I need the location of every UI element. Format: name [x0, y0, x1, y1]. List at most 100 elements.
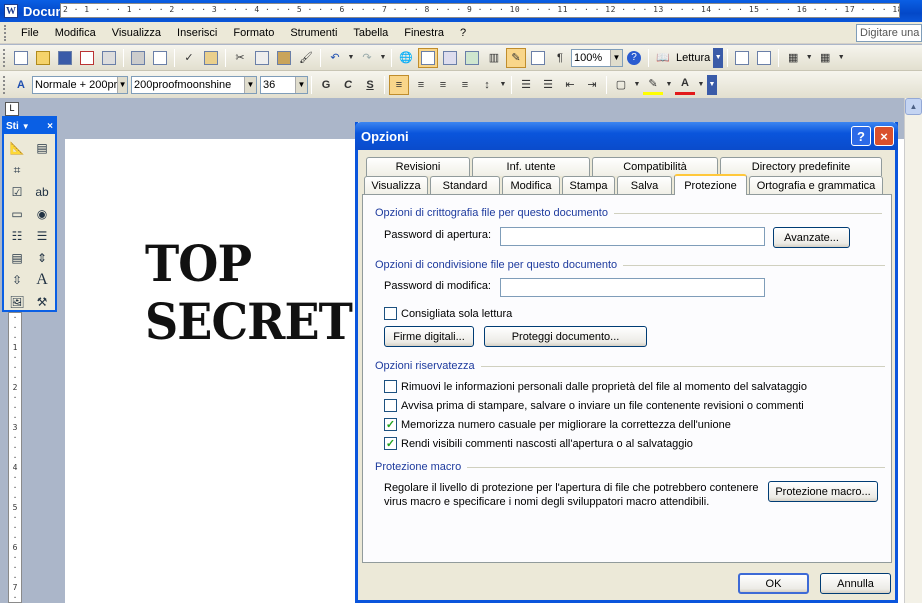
bold-button[interactable]: G	[316, 75, 336, 95]
image-control-icon[interactable]: 🖼	[7, 292, 27, 312]
document-map-icon[interactable]	[528, 48, 548, 68]
tab-revisioni[interactable]: Revisioni	[366, 157, 470, 176]
menu-tabella[interactable]: Tabella	[345, 27, 396, 39]
styles-pane-icon[interactable]: A	[11, 75, 31, 95]
tab-salva[interactable]: Salva	[617, 176, 672, 195]
scrollbar-control-icon[interactable]: ⇳	[7, 270, 27, 290]
toolbar-grip[interactable]	[3, 48, 6, 67]
cancel-button[interactable]: Annulla	[820, 573, 891, 594]
show-hide-icon[interactable]: ¶	[550, 48, 570, 68]
textbox-control-icon[interactable]: ab	[32, 182, 52, 202]
bullets-icon[interactable]: ☰	[538, 75, 558, 95]
spin-button-icon[interactable]: ⇕	[32, 248, 52, 268]
protect-document-button[interactable]: Proteggi documento...	[484, 326, 647, 347]
insert-excel-icon[interactable]	[462, 48, 482, 68]
menu-strumenti[interactable]: Strumenti	[282, 27, 345, 39]
tab-ortografia-grammatica[interactable]: Ortografia e grammatica	[749, 176, 883, 195]
view-code-icon[interactable]: ⌗	[7, 160, 27, 180]
read-button[interactable]: Lettura	[674, 52, 712, 64]
toolbar-options-icon[interactable]: ▼	[707, 74, 717, 95]
privacy-option-remove-info[interactable]: Rimuovi le informazioni personali dalle …	[384, 380, 807, 393]
track-changes-icon[interactable]	[732, 48, 752, 68]
line-spacing-dropdown-icon[interactable]: ▼	[499, 75, 507, 95]
document-line[interactable]: SECRET!!	[145, 293, 391, 351]
copy-icon[interactable]	[252, 48, 272, 68]
table-dropdown-icon[interactable]: ▼	[837, 48, 845, 68]
cut-icon[interactable]: ✂	[230, 48, 250, 68]
new-document-icon[interactable]	[11, 48, 31, 68]
vertical-scrollbar[interactable]: ▲	[904, 98, 922, 603]
highlight-icon[interactable]: ✎	[643, 75, 663, 95]
horizontal-ruler[interactable]: 2 · 1 · · · 1 · · · 2 · · · 3 · · · 4 · …	[60, 3, 900, 18]
macro-security-button[interactable]: Protezione macro...	[768, 481, 878, 502]
insert-table-icon[interactable]	[440, 48, 460, 68]
toolbar-grip[interactable]	[3, 75, 6, 94]
chevron-down-icon[interactable]: ▼	[22, 122, 30, 131]
align-center-icon[interactable]: ≡	[411, 75, 431, 95]
checkbox-control-icon[interactable]: ☑	[7, 182, 27, 202]
design-mode-icon[interactable]: 📐	[7, 138, 27, 158]
print-preview-icon[interactable]	[150, 48, 170, 68]
border-dropdown-icon[interactable]: ▼	[633, 75, 641, 95]
email-icon[interactable]	[99, 48, 119, 68]
borders-icon[interactable]: ▦	[783, 48, 803, 68]
menu-modifica[interactable]: Modifica	[47, 27, 104, 39]
option-button-icon[interactable]: ◉	[32, 204, 52, 224]
hyperlink-icon[interactable]: 🌐	[396, 48, 416, 68]
help-icon[interactable]: ?	[624, 48, 644, 68]
close-icon[interactable]: ×	[47, 121, 53, 132]
scroll-up-icon[interactable]: ▲	[905, 98, 922, 115]
privacy-option-hidden-markup[interactable]: ✓ Rendi visibili commenti nascosti all'a…	[384, 437, 693, 450]
toggle-button-icon[interactable]: ▤	[7, 248, 27, 268]
align-right-icon[interactable]: ≡	[433, 75, 453, 95]
help-button[interactable]: ?	[851, 126, 871, 146]
menu-inserisci[interactable]: Inserisci	[169, 27, 225, 39]
ask-question-box[interactable]: Digitare una d	[856, 24, 922, 42]
style-select[interactable]: Normale + 200pr ▼	[32, 75, 128, 94]
label-control-icon[interactable]: A	[32, 270, 52, 290]
password-open-input[interactable]	[500, 227, 765, 246]
dialog-title-bar[interactable]: Opzioni ? ×	[355, 122, 898, 150]
toolbar-options-icon[interactable]: ▼	[713, 47, 724, 68]
line-spacing-icon[interactable]: ↕	[477, 75, 497, 95]
vertical-ruler[interactable]: · · · 1 · · · 2 · · · 3 · · · 4 · · · 5 …	[8, 312, 22, 603]
drawing-icon[interactable]: ✎	[506, 47, 526, 68]
tab-protezione[interactable]: Protezione	[674, 174, 747, 195]
align-left-icon[interactable]: ≡	[389, 74, 409, 95]
properties-icon[interactable]: ▤	[32, 138, 52, 158]
ok-button[interactable]: OK	[738, 573, 809, 594]
reviewing-icon[interactable]	[754, 48, 774, 68]
zoom-select[interactable]: 100% ▼	[571, 48, 623, 67]
close-button[interactable]: ×	[874, 126, 894, 146]
spelling-icon[interactable]: ✓	[179, 48, 199, 68]
italic-button[interactable]: C	[338, 75, 358, 95]
tab-inf-utente[interactable]: Inf. utente	[472, 157, 590, 176]
font-color-dropdown-icon[interactable]: ▼	[697, 75, 705, 95]
tab-visualizza[interactable]: Visualizza	[364, 176, 428, 195]
privacy-option-random-number[interactable]: ✓ Memorizza numero casuale per migliorar…	[384, 418, 731, 431]
font-size-select[interactable]: 36 ▼	[260, 75, 308, 94]
redo-icon[interactable]: ↷	[357, 48, 377, 68]
justify-icon[interactable]: ≡	[455, 75, 475, 95]
open-folder-icon[interactable]	[33, 48, 53, 68]
more-controls-icon[interactable]: ⚒	[32, 292, 52, 312]
highlight-dropdown-icon[interactable]: ▼	[665, 75, 673, 95]
undo-icon[interactable]: ↶	[325, 48, 345, 68]
tables-borders-icon[interactable]	[418, 47, 438, 68]
advanced-button[interactable]: Avanzate...	[773, 227, 850, 248]
checkbox-box[interactable]	[384, 307, 397, 320]
borders-dropdown-icon[interactable]: ▼	[805, 48, 813, 68]
checkbox-box[interactable]: ✓	[384, 437, 397, 450]
decrease-indent-icon[interactable]: ⇤	[560, 75, 580, 95]
document-line[interactable]: TOP	[145, 235, 390, 293]
tab-standard[interactable]: Standard	[430, 176, 500, 195]
menu-formato[interactable]: Formato	[225, 27, 282, 39]
research-icon[interactable]	[201, 48, 221, 68]
redo-dropdown-icon[interactable]: ▼	[379, 48, 387, 68]
button-control-icon[interactable]: ▭	[7, 204, 27, 224]
styles-toolbar-header[interactable]: Sti ▼ ×	[4, 118, 55, 134]
password-modify-input[interactable]	[500, 278, 765, 297]
privacy-option-warn[interactable]: Avvisa prima di stampare, salvare o invi…	[384, 399, 804, 412]
readonly-checkbox[interactable]: Consigliata sola lettura	[384, 307, 512, 320]
menubar-grip[interactable]	[4, 24, 7, 41]
